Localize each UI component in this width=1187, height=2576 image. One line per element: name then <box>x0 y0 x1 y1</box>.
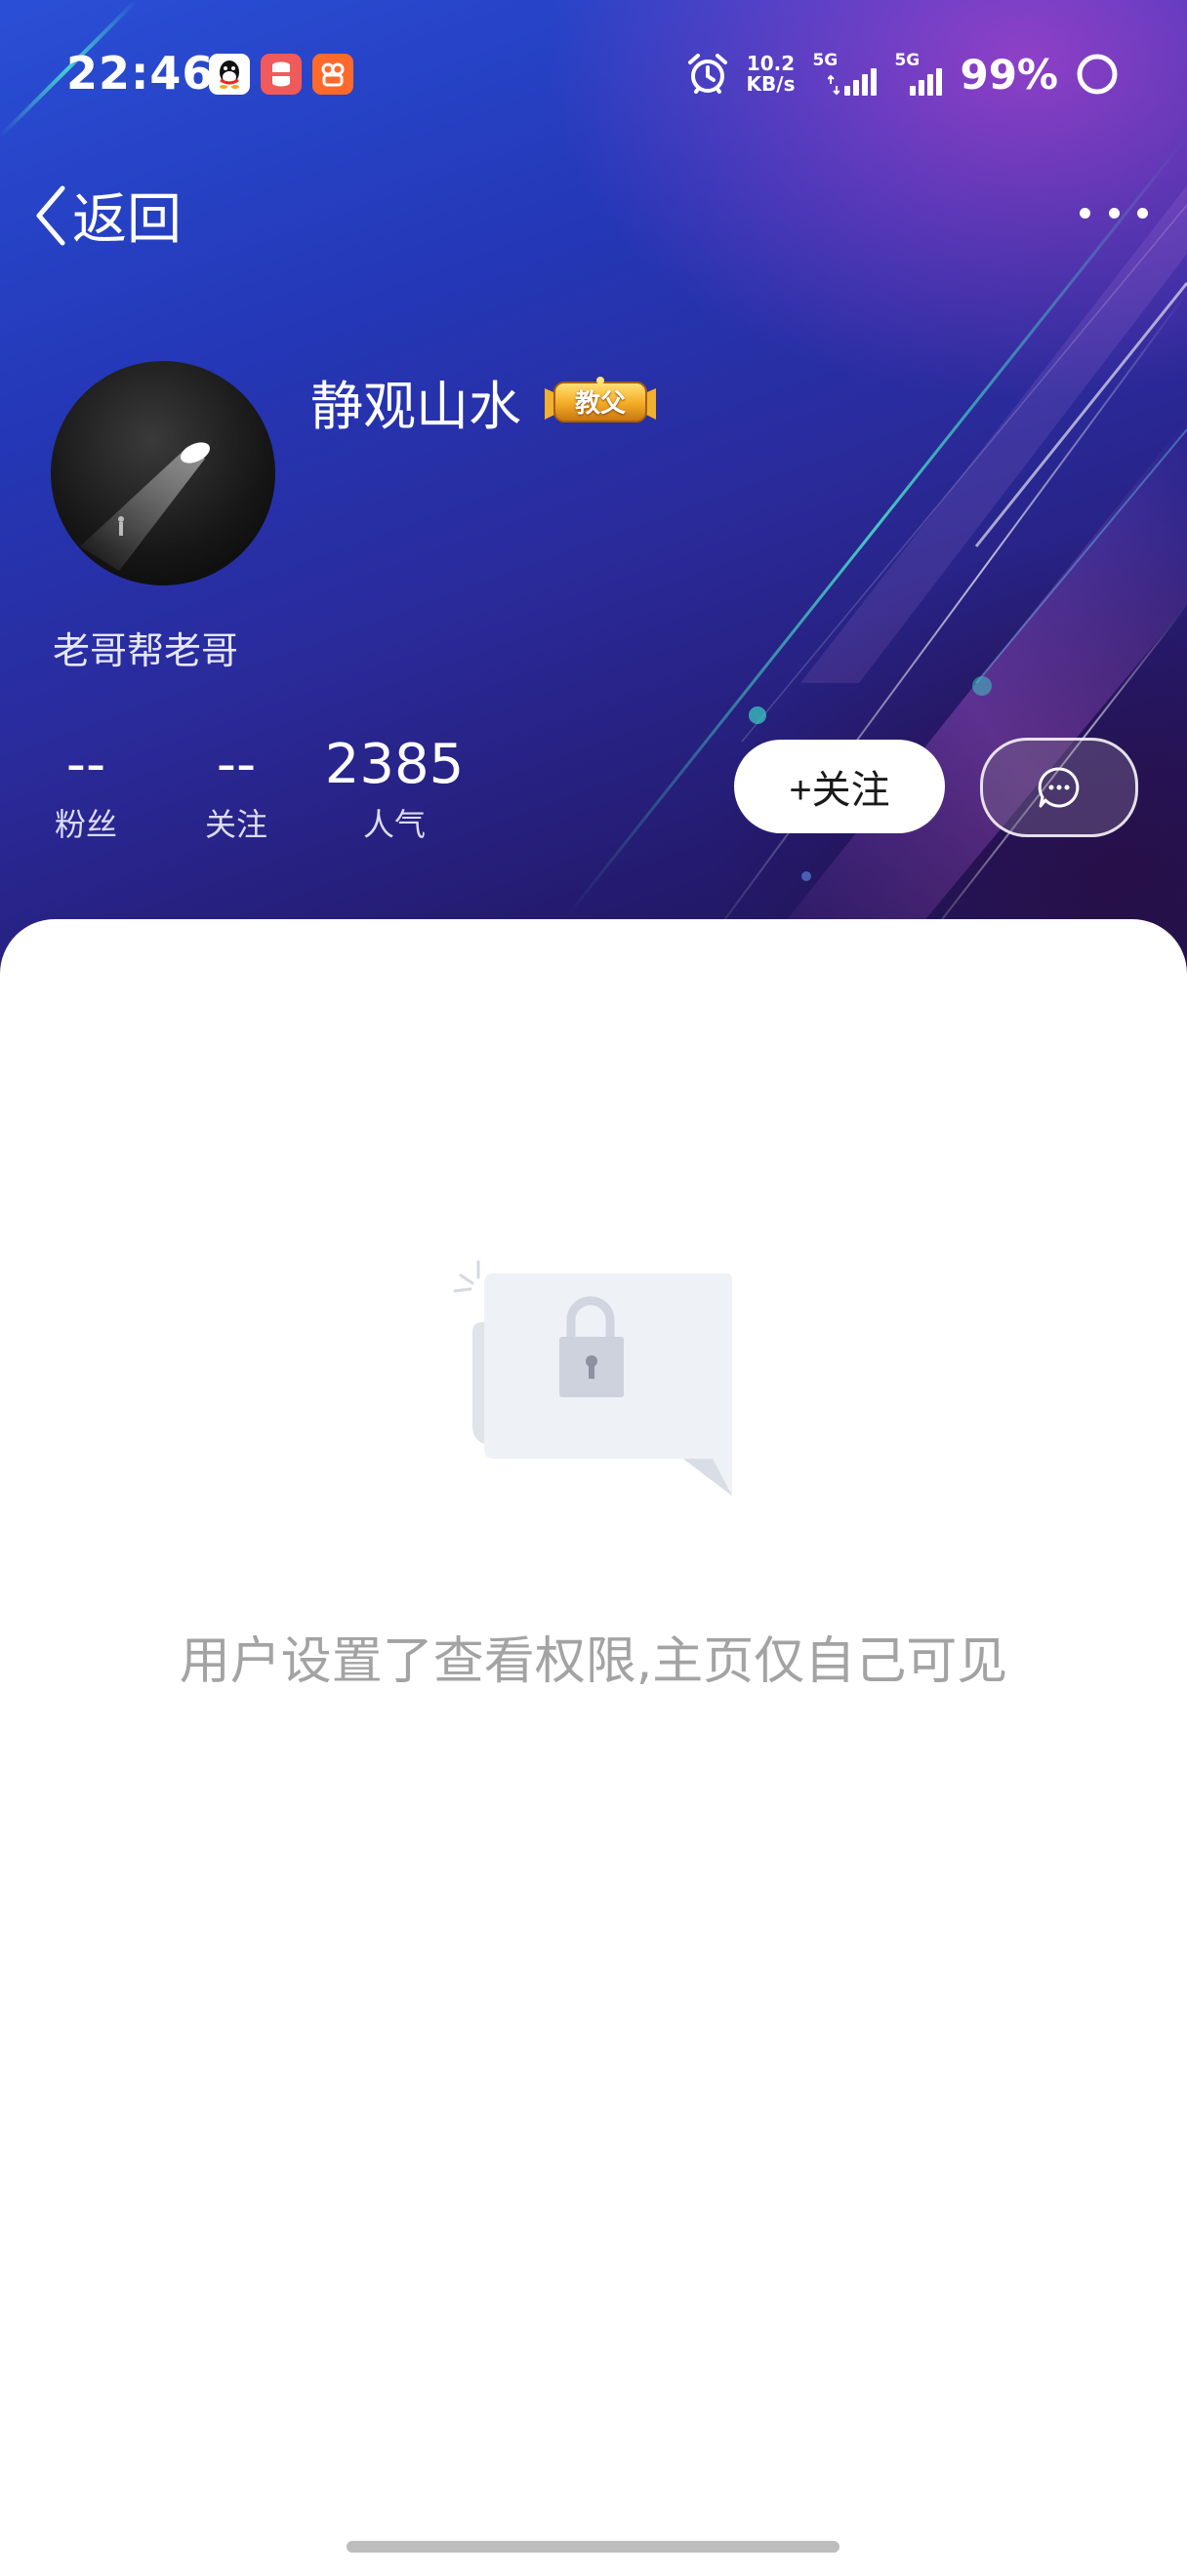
user-bio: 老哥帮老哥 <box>53 629 239 672</box>
dot <box>1108 207 1120 219</box>
network-speed: 10.2 KB/s <box>747 54 796 95</box>
stat-value: 2385 <box>324 733 465 796</box>
back-button[interactable]: 返回 <box>33 176 182 255</box>
orange-app-icon <box>312 54 353 95</box>
stat-label: 关注 <box>204 806 267 843</box>
stat-label: 人气 <box>362 806 426 843</box>
signal-type-label: 5G <box>812 51 839 70</box>
spotlight-avatar-image <box>80 442 210 571</box>
dot <box>1137 207 1148 219</box>
alarm-icon <box>687 54 727 94</box>
dot <box>1080 207 1090 219</box>
content-panel <box>0 919 1187 2576</box>
back-label: 返回 <box>72 188 182 252</box>
username-row: 静观山水 教父 <box>310 363 658 440</box>
stat-label: 粉丝 <box>54 806 117 843</box>
empty-state-message: 用户设置了查看权限,主页仅自己可见 <box>179 1632 1008 1691</box>
rank-badge: 教父 <box>543 375 658 429</box>
stats-row: -- 粉丝 -- 关注 2385 人气 <box>39 734 519 845</box>
data-arrows-icon <box>828 74 840 96</box>
message-button[interactable] <box>980 738 1138 837</box>
stat-value: -- <box>65 733 106 796</box>
chat-bubble-icon <box>1038 767 1080 808</box>
username: 静观山水 <box>310 376 521 437</box>
battery-percentage: 99% <box>960 50 1058 99</box>
battery-ring-icon <box>1077 54 1118 95</box>
red-cup-app-icon <box>261 54 302 95</box>
locked-content-illustration <box>453 1260 732 1496</box>
status-bar: 22:46 10.2 KB/s 5G 5G 99% <box>0 0 1187 146</box>
status-time: 22:46 <box>66 47 215 100</box>
signal-strength-icon: 5G <box>894 51 943 96</box>
more-options-button[interactable] <box>1080 195 1148 230</box>
status-indicators: 10.2 KB/s 5G 5G 99% <box>686 47 1119 101</box>
qq-icon <box>209 54 250 95</box>
chevron-left-icon <box>36 185 65 245</box>
signal-type-label: 5G <box>894 51 921 70</box>
stat-popularity: 2385 人气 <box>324 733 465 845</box>
signal-strength-icon: 5G <box>812 51 878 96</box>
stat-fans[interactable]: -- 粉丝 <box>39 734 133 845</box>
network-speed-value: 10.2 <box>746 52 796 75</box>
network-speed-unit: KB/s <box>746 72 796 96</box>
home-indicator[interactable] <box>347 2541 839 2553</box>
stat-following[interactable]: -- 关注 <box>189 734 283 845</box>
avatar[interactable] <box>51 361 275 585</box>
stat-value: -- <box>216 733 257 796</box>
follow-button[interactable]: +关注 <box>734 740 945 833</box>
badge-label: 教父 <box>574 389 626 419</box>
